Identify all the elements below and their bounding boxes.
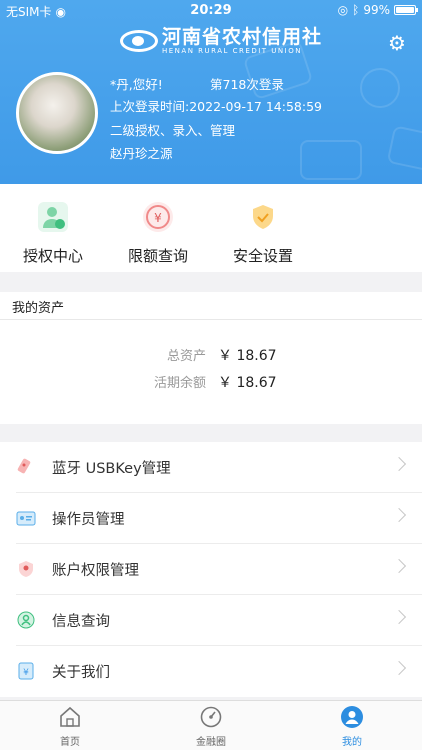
chevron-right-icon (391, 456, 407, 472)
battery-percent: 99% (363, 3, 390, 17)
status-bar: 无SIM卡 ◉ 20:29 ◎ ᛒ 99% (0, 0, 422, 22)
quick-action-limit-query[interactable]: ¥ 限额查询 (108, 202, 208, 266)
decor-card-shape (386, 125, 422, 173)
divider (0, 319, 422, 320)
profile-header: 无SIM卡 ◉ 20:29 ◎ ᛒ 99% 河南省农村信用社 HENAN RUR… (0, 0, 422, 184)
menu-item-operator[interactable]: 操作员管理 (0, 493, 422, 544)
bottom-tab-bar: 首页 金融圈 我的 (0, 700, 422, 750)
total-assets-label: 总资产 (166, 349, 206, 364)
total-assets-value: ￥ 18.67 (218, 348, 277, 364)
menu-item-info-query[interactable]: 信息查询 (0, 595, 422, 646)
current-balance-row: 活期余额 ￥ 18.67 (0, 372, 422, 392)
brand-mark-icon (120, 30, 158, 52)
home-icon (58, 705, 82, 729)
menu-item-account-permission[interactable]: 账户权限管理 (0, 544, 422, 595)
tab-finance-circle[interactable]: 金融圈 (171, 705, 251, 748)
brand-name-cn: 河南省农村信用社 (162, 26, 323, 48)
quick-action-label: 限额查询 (127, 247, 188, 265)
decor-circle-shape (360, 68, 400, 108)
menu-item-usbkey[interactable]: 蓝牙 USBKey管理 (0, 442, 422, 493)
avatar[interactable] (16, 72, 98, 154)
tab-label: 首页 (60, 737, 80, 748)
menu-item-about-us[interactable]: ¥ 关于我们 (0, 646, 422, 697)
battery-fill (396, 7, 414, 13)
quick-action-label: 授权中心 (22, 247, 83, 265)
assets-title: 我的资产 (12, 301, 65, 316)
svg-text:¥: ¥ (154, 211, 162, 225)
current-balance-label: 活期余额 (153, 376, 206, 391)
rotation-lock-icon: ◎ (337, 3, 349, 17)
quick-action-authorization-center[interactable]: 授权中心 (3, 202, 103, 266)
brand-name-en: HENAN RURAL CREDIT UNION (162, 47, 302, 55)
security-settings-icon (248, 202, 278, 232)
menu-item-label: 关于我们 (52, 665, 110, 681)
operator-card-icon (16, 508, 36, 528)
org-text: 赵丹珍之源 (110, 146, 173, 161)
greeting-text: *丹,您好! (110, 77, 163, 92)
usbkey-icon (16, 457, 36, 477)
tab-profile[interactable]: 我的 (312, 705, 392, 748)
menu-item-label: 操作员管理 (52, 512, 125, 528)
quick-action-label: 安全设置 (232, 247, 293, 265)
chevron-right-icon (391, 507, 407, 523)
last-login-text: 上次登录时间:2022-09-17 14:58:59 (110, 99, 322, 114)
chevron-right-icon (391, 558, 407, 574)
settings-gear-icon[interactable]: ⚙ (386, 32, 408, 54)
current-balance-value: ￥ 18.67 (218, 375, 277, 391)
chevron-right-icon (391, 660, 407, 676)
finance-circle-icon (199, 705, 223, 729)
menu-item-label: 账户权限管理 (52, 563, 139, 579)
my-assets-card: 我的资产 总资产 ￥ 18.67 活期余额 ￥ 18.67 (0, 292, 422, 424)
decor-card-shape (300, 140, 362, 180)
brand-logo: 河南省农村信用社 HENAN RURAL CREDIT UNION (120, 27, 322, 55)
tab-home[interactable]: 首页 (30, 705, 110, 748)
chevron-right-icon (391, 609, 407, 625)
settings-menu: 蓝牙 USBKey管理 操作员管理 账户权限管理 信息查询 ¥ 关于我们 (0, 442, 422, 697)
bluetooth-icon: ᛒ (352, 3, 360, 17)
quick-actions: 授权中心 ¥ 限额查询 安全设置 (0, 184, 422, 272)
info-query-icon (16, 610, 36, 630)
tab-label: 我的 (342, 737, 362, 748)
quick-action-security-settings[interactable]: 安全设置 (213, 202, 313, 266)
account-permission-icon (16, 559, 36, 579)
menu-item-label: 信息查询 (52, 614, 110, 630)
role-text: 二级授权、录入、管理 (110, 123, 236, 138)
total-assets-row: 总资产 ￥ 18.67 (0, 345, 422, 365)
tab-label: 金融圈 (196, 737, 226, 748)
svg-text:¥: ¥ (23, 668, 29, 678)
about-us-icon: ¥ (16, 661, 36, 681)
limit-query-icon: ¥ (143, 202, 173, 232)
menu-item-label: 蓝牙 USBKey管理 (52, 461, 171, 477)
profile-icon (340, 705, 364, 729)
battery-icon (394, 5, 418, 15)
login-count-text: 第718次登录 (210, 77, 284, 92)
authorization-center-icon (38, 202, 68, 232)
